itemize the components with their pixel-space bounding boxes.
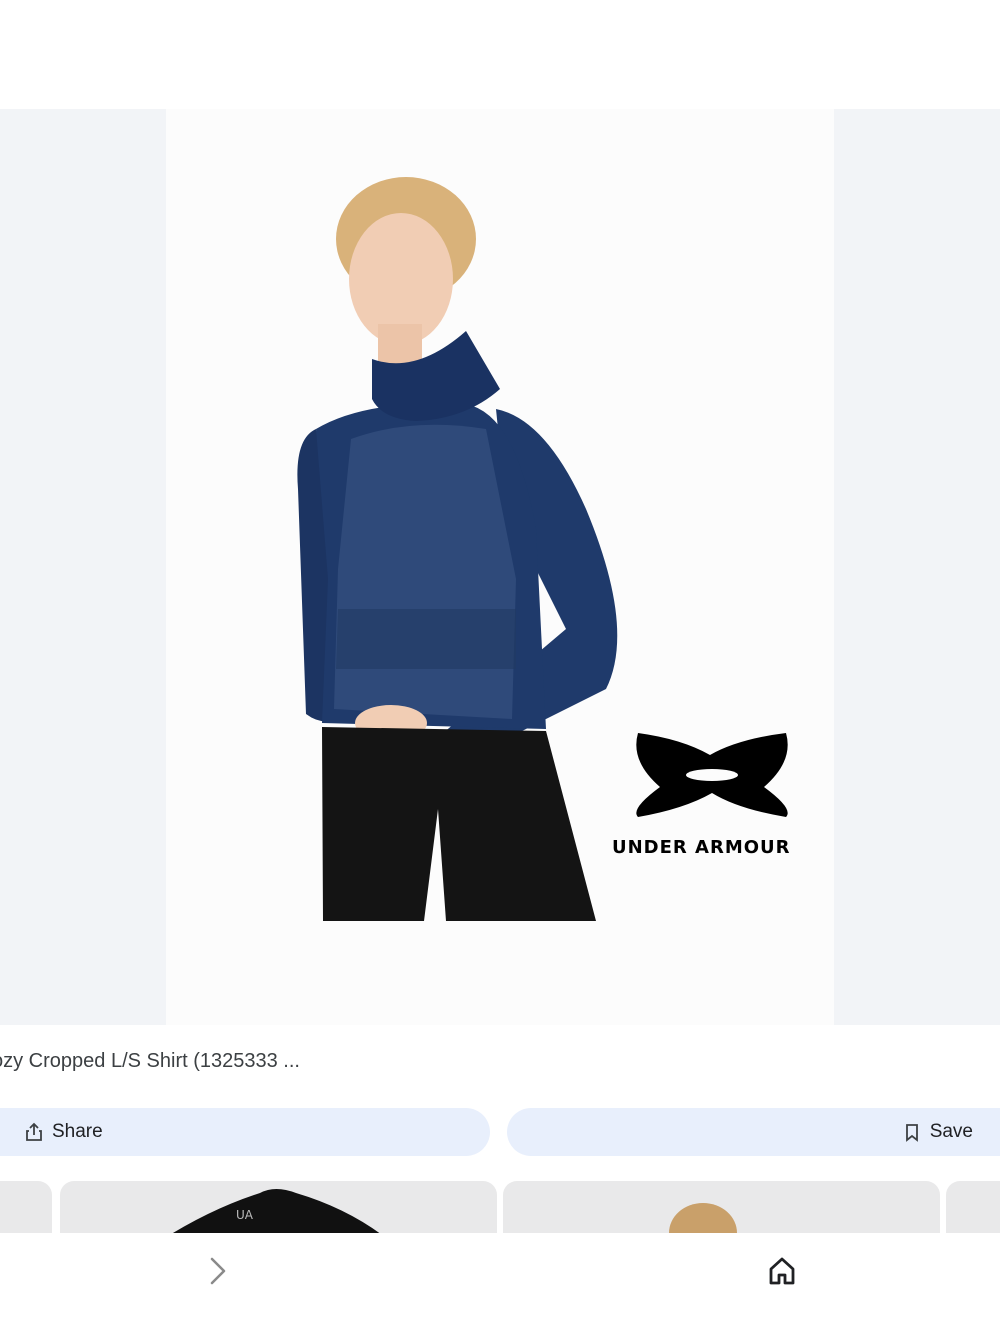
bookmark-icon bbox=[902, 1122, 922, 1142]
svg-text:UA: UA bbox=[236, 1208, 254, 1222]
brand-logo-text: UNDER ARMOUR bbox=[612, 837, 791, 858]
related-thumbnail[interactable]: UA bbox=[60, 1181, 497, 1241]
share-icon bbox=[24, 1122, 44, 1142]
save-button[interactable]: Save bbox=[507, 1108, 1000, 1156]
save-label: Save bbox=[929, 1121, 973, 1142]
related-thumbnail[interactable] bbox=[503, 1181, 940, 1241]
bottom-navigation-bar bbox=[0, 1233, 1000, 1333]
home-icon[interactable] bbox=[764, 1253, 800, 1289]
related-thumbnail[interactable] bbox=[0, 1181, 52, 1241]
image-viewer: UNDER ARMOUR bbox=[0, 109, 1000, 1025]
related-thumbnail[interactable] bbox=[946, 1181, 1000, 1241]
product-image[interactable]: UNDER ARMOUR bbox=[166, 109, 834, 1025]
chevron-right-icon[interactable] bbox=[200, 1253, 236, 1289]
share-label: Share bbox=[52, 1121, 103, 1142]
share-button[interactable]: Share bbox=[0, 1108, 490, 1156]
result-title[interactable]: ozy Cropped L/S Shirt (1325333 ... bbox=[0, 1050, 300, 1073]
